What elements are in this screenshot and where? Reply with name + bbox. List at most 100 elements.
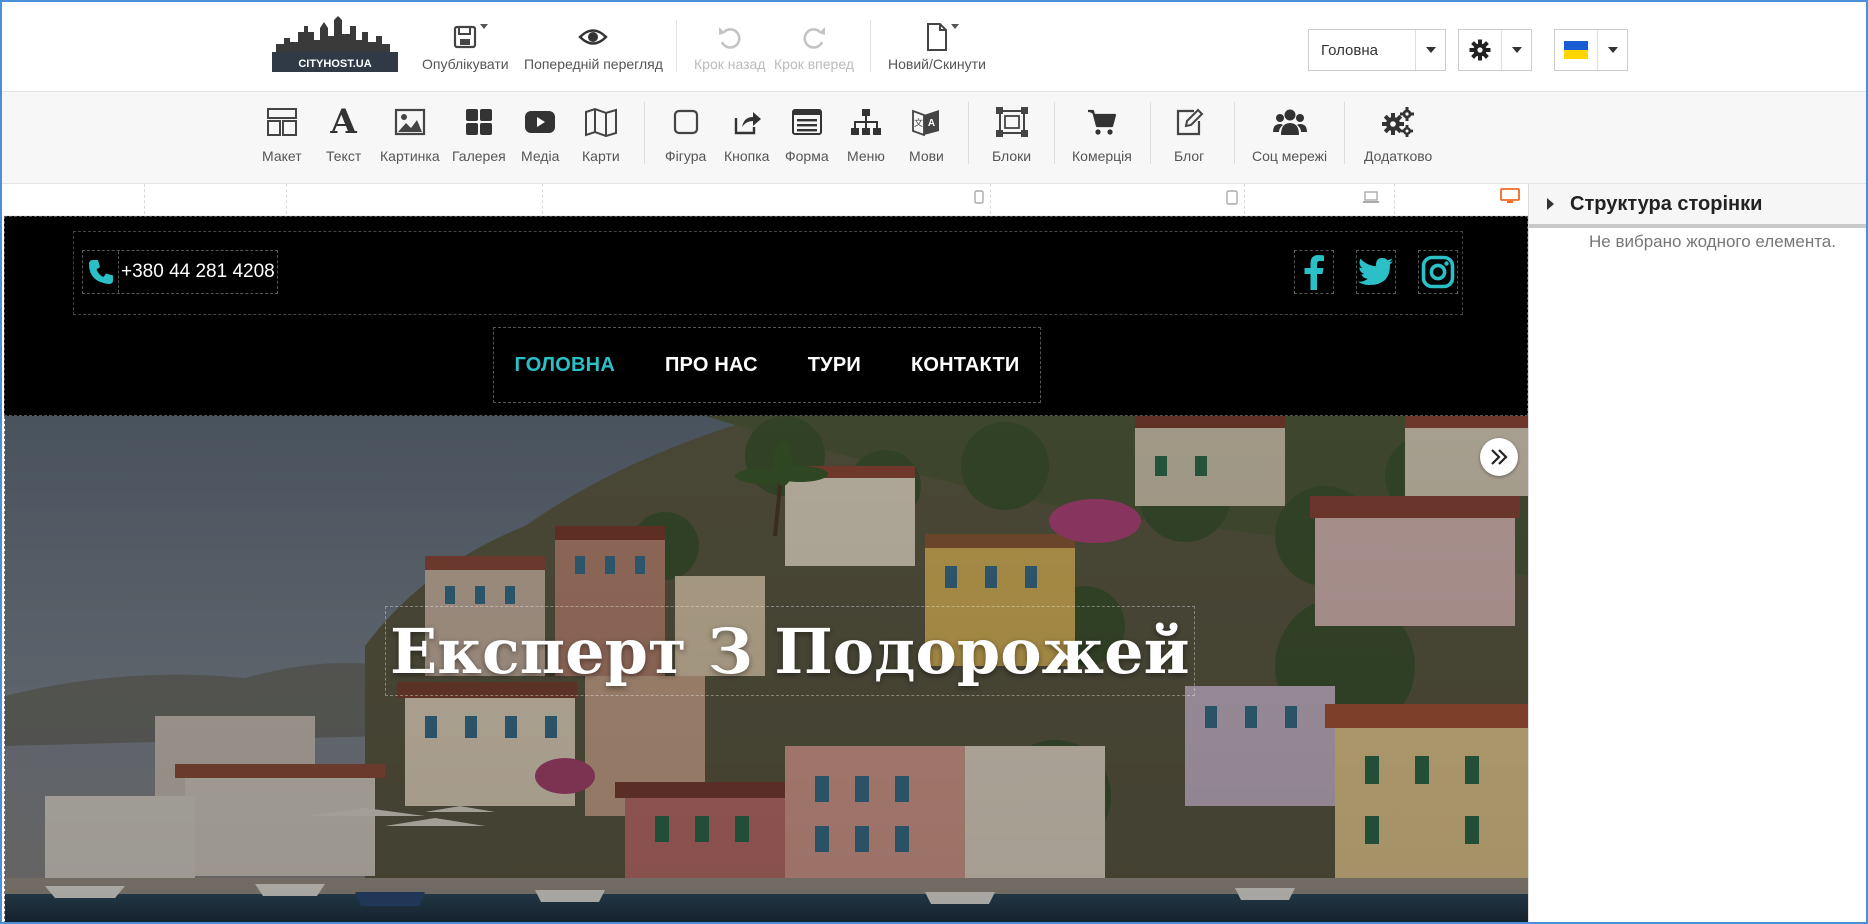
element-label: Додатково (1364, 148, 1433, 164)
laptop-icon[interactable] (1362, 190, 1380, 209)
nav-item-tours[interactable]: ТУРИ (808, 354, 861, 377)
divider (870, 20, 871, 72)
element-label: Соц мережі (1252, 148, 1328, 164)
svg-text:A: A (928, 118, 935, 129)
preview-button[interactable]: Попередній перегляд (524, 18, 663, 82)
divider (968, 102, 969, 164)
element-map[interactable]: Карти (582, 102, 620, 174)
element-toolbar: Макет A Текст Картинка Галерея Медіа Кар… (2, 92, 1866, 184)
element-shape[interactable]: Фігура (665, 102, 706, 174)
svg-text:文: 文 (914, 117, 923, 128)
preview-label: Попередній перегляд (524, 56, 663, 72)
language-dropdown[interactable] (1554, 29, 1628, 71)
element-label: Блог (1174, 148, 1205, 164)
element-blocks[interactable]: Блоки (992, 102, 1031, 174)
social-links (1272, 250, 1458, 294)
instagram-icon[interactable] (1418, 250, 1458, 294)
share-button-icon (732, 102, 762, 142)
nav-item-about[interactable]: ПРО НАС (665, 354, 758, 377)
slider-next-button[interactable] (1480, 438, 1518, 476)
undo-label: Крок назад (694, 56, 766, 72)
phone-icon[interactable] (83, 251, 119, 293)
media-icon (524, 102, 556, 142)
element-layout[interactable]: Макет (262, 102, 302, 174)
divider (1234, 102, 1235, 164)
element-button[interactable]: Кнопка (724, 102, 769, 174)
panel-empty-message: Не вибрано жодного елемента. (1589, 232, 1836, 251)
gallery-icon (465, 102, 493, 142)
twitter-icon[interactable] (1356, 250, 1396, 294)
new-reset-button[interactable]: Новий/Скинути (888, 18, 986, 82)
element-label: Блоки (992, 148, 1032, 164)
cart-icon (1087, 102, 1117, 142)
new-reset-label: Новий/Скинути (888, 56, 986, 72)
desktop-icon[interactable] (1500, 188, 1520, 209)
page-select[interactable]: Головна (1308, 29, 1446, 71)
element-text[interactable]: A Текст (326, 102, 361, 174)
double-chevron-right-icon (1491, 449, 1508, 465)
divider (644, 102, 645, 164)
edit-icon (1174, 102, 1204, 142)
hero-section[interactable]: Експерт З Подорожей (4, 416, 1528, 922)
facebook-icon[interactable] (1294, 250, 1334, 294)
cogs-icon (1381, 102, 1415, 142)
element-commerce[interactable]: Комерція (1072, 102, 1132, 174)
editor-window: CITYHOST.UA Опублікувати Попередній пере… (0, 0, 1868, 924)
site-header[interactable]: +380 44 281 4208 ГОЛОВНА ПРО НАС ТУРИ КО… (4, 216, 1528, 416)
ukraine-flag-icon[interactable] (1555, 30, 1597, 70)
element-label: Макет (262, 148, 302, 164)
divider (1054, 102, 1055, 164)
caret-right-icon[interactable] (1547, 198, 1554, 210)
nav-item-home[interactable]: ГОЛОВНА (515, 354, 615, 377)
divider (676, 20, 677, 72)
nav-item-contacts[interactable]: КОНТАКТИ (911, 354, 1020, 377)
publish-button[interactable]: Опублікувати (422, 18, 509, 82)
phone-block[interactable]: +380 44 281 4208 (82, 250, 278, 294)
element-menu[interactable]: Меню (847, 102, 885, 174)
form-icon (791, 102, 822, 142)
users-icon (1272, 102, 1307, 142)
element-media[interactable]: Медіа (521, 102, 559, 174)
element-label: Фігура (665, 148, 707, 164)
page-canvas: +380 44 281 4208 ГОЛОВНА ПРО НАС ТУРИ КО… (4, 184, 1528, 922)
phone-number[interactable]: +380 44 281 4208 (119, 261, 275, 283)
page-select-value: Головна (1321, 41, 1378, 59)
element-label: Меню (847, 148, 885, 164)
element-label: Карти (582, 148, 620, 164)
element-blog[interactable]: Блог (1174, 102, 1204, 174)
header-contact-row[interactable]: +380 44 281 4208 (73, 231, 1463, 315)
element-label: Текст (326, 148, 362, 164)
element-extra[interactable]: Додатково (1364, 102, 1432, 174)
tablet-icon[interactable] (1226, 190, 1238, 210)
file-icon (925, 18, 959, 56)
chevron-down-icon[interactable] (1597, 30, 1627, 70)
cityhost-logo[interactable]: CITYHOST.UA (270, 16, 400, 74)
breakpoint-ruler (4, 184, 1528, 216)
image-icon (394, 102, 426, 142)
eye-icon (578, 18, 609, 56)
publish-label: Опублікувати (422, 56, 509, 72)
element-gallery[interactable]: Галерея (452, 102, 506, 174)
top-toolbar: CITYHOST.UA Опублікувати Попередній пере… (2, 2, 1866, 92)
redo-icon (800, 18, 828, 56)
chevron-down-icon[interactable] (1415, 30, 1445, 70)
gear-icon[interactable] (1459, 30, 1501, 70)
mobile-icon[interactable] (974, 190, 984, 209)
page-structure-panel: Структура сторінки Не вибрано жодного ел… (1528, 184, 1866, 922)
panel-title: Структура сторінки (1570, 192, 1763, 215)
element-label: Медіа (521, 148, 560, 164)
panel-header[interactable]: Структура сторінки (1529, 184, 1866, 228)
element-label: Картинка (380, 148, 440, 164)
settings-dropdown[interactable] (1458, 29, 1532, 71)
element-image[interactable]: Картинка (380, 102, 440, 174)
hero-title[interactable]: Експерт З Подорожей (385, 606, 1195, 696)
redo-label: Крок вперед (774, 56, 854, 72)
redo-button[interactable]: Крок вперед (774, 18, 854, 82)
element-label: Галерея (452, 148, 506, 164)
chevron-down-icon[interactable] (1501, 30, 1531, 70)
undo-button[interactable]: Крок назад (694, 18, 765, 82)
element-social[interactable]: Соц мережі (1252, 102, 1327, 174)
save-icon (452, 18, 489, 56)
element-languages[interactable]: A文 Мови (909, 102, 944, 174)
element-form[interactable]: Форма (785, 102, 829, 174)
